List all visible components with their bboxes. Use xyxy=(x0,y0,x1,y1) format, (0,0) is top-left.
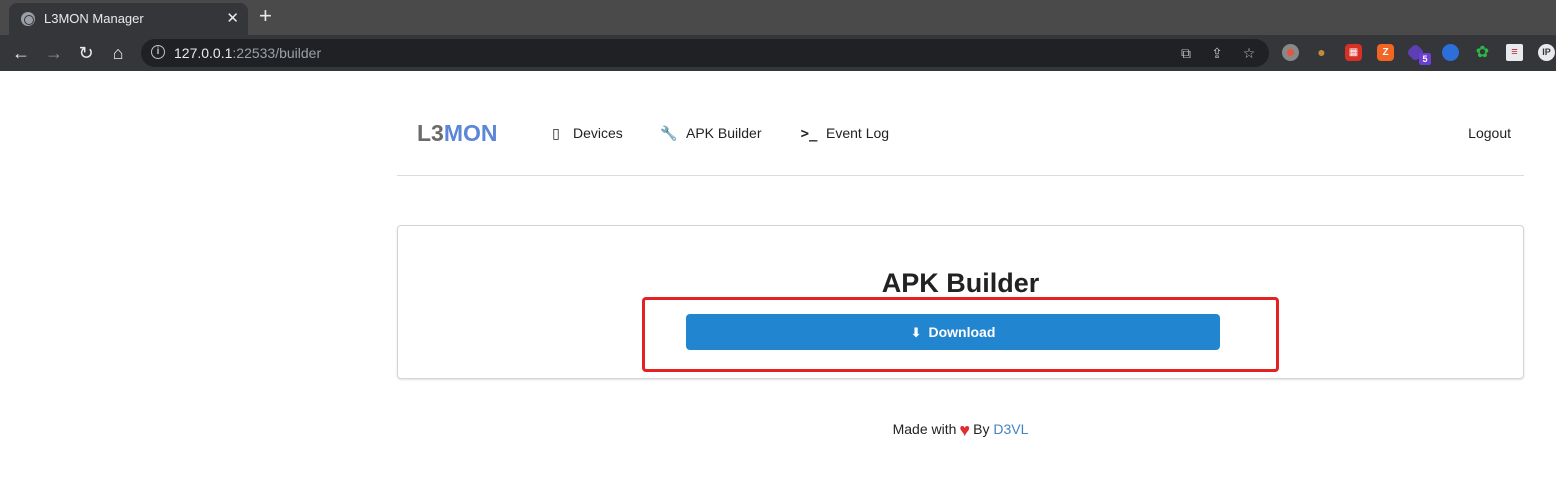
nav-item-apk-builder[interactable]: 🔧 APK Builder xyxy=(660,125,761,142)
extension-badge: 5 xyxy=(1419,53,1431,65)
terminal-icon: >_ xyxy=(800,126,818,142)
translate-icon[interactable]: ⧉ xyxy=(1177,44,1195,62)
ip-extension-icon[interactable]: IP xyxy=(1538,44,1555,61)
firefox-extension-icon[interactable] xyxy=(1442,44,1459,61)
home-icon[interactable]: ⌂ xyxy=(106,41,130,65)
close-tab-icon[interactable]: ✕ xyxy=(226,9,239,27)
gear-extension-icon[interactable]: ✿ xyxy=(1474,44,1491,61)
tab-title: L3MON Manager xyxy=(44,11,144,26)
page-title: APK Builder xyxy=(881,268,1040,298)
share-icon[interactable]: ⇪ xyxy=(1208,44,1226,62)
wrench-icon: 🔧 xyxy=(660,125,678,141)
browser-tab[interactable]: L3MON Manager ✕ xyxy=(9,3,248,35)
download-icon: ⬇ xyxy=(910,325,922,340)
footer: Made with ♥ By D3VL xyxy=(397,420,1524,441)
download-button[interactable]: ⬇ Download xyxy=(686,314,1220,350)
bookmark-star-icon[interactable]: ☆ xyxy=(1240,44,1258,62)
flag-extension-icon[interactable]: ≡ xyxy=(1506,44,1523,61)
browser-toolbar: ← → ↻ ⌂ i 127.0.0.1:22533/builder ⧉ ⇪ ☆ … xyxy=(0,35,1556,71)
dice-extension-icon[interactable]: ▦ xyxy=(1345,44,1362,61)
brand-logo[interactable]: L3MON xyxy=(417,120,498,147)
footer-by: By xyxy=(973,421,990,437)
author-link[interactable]: D3VL xyxy=(993,421,1028,437)
mobile-phone-icon: ▯ xyxy=(552,125,560,141)
logout-link[interactable]: Logout xyxy=(1468,125,1511,141)
new-tab-button[interactable]: + xyxy=(259,4,272,28)
globe-icon xyxy=(21,12,35,26)
translate-extension-icon[interactable]: Z xyxy=(1377,44,1394,61)
address-bar[interactable]: i 127.0.0.1:22533/builder ⧉ ⇪ ☆ xyxy=(141,39,1269,67)
back-arrow-icon[interactable]: ← xyxy=(9,41,33,65)
reload-icon[interactable]: ↻ xyxy=(74,41,98,65)
cookie-extension-icon[interactable]: ● xyxy=(1313,44,1330,61)
site-info-icon[interactable]: i xyxy=(151,45,165,59)
top-navbar: L3MON ▯ Devices 🔧 APK Builder >_ Event Log … xyxy=(397,110,1524,176)
apk-builder-card: APK Builder ⬇ Download xyxy=(397,225,1524,379)
forward-arrow-icon[interactable]: → xyxy=(42,41,66,65)
download-label: Download xyxy=(928,324,996,340)
nav-item-event-log[interactable]: >_ Event Log xyxy=(800,125,890,142)
footer-made-with: Made with xyxy=(892,421,957,437)
url-text[interactable]: 127.0.0.1:22533/builder xyxy=(174,45,321,61)
record-extension-icon[interactable] xyxy=(1282,44,1299,61)
heart-icon: ♥ xyxy=(959,420,971,440)
nav-item-devices[interactable]: ▯ Devices xyxy=(547,125,623,142)
